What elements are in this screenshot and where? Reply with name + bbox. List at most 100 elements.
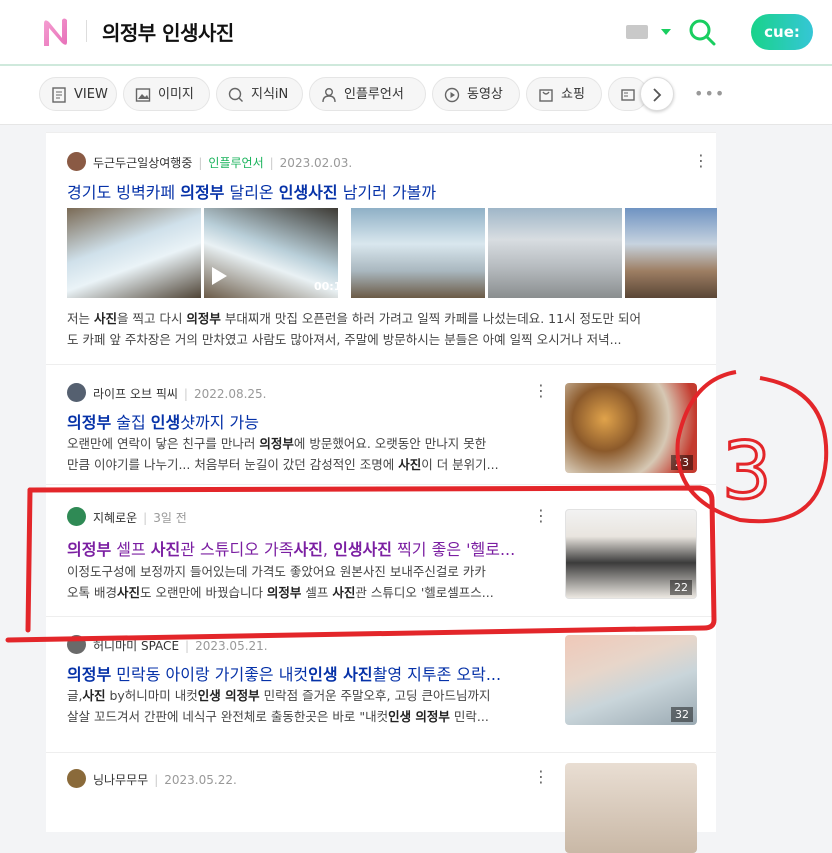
results-list: 두근두근일상여행중 | 인플루언서 | 2023.02.03. ⋮ 경기도 빙벽카페 의…: [46, 132, 717, 853]
thumbnail-strip: 00:18: [67, 208, 717, 298]
title-highlight: 의정부: [180, 183, 225, 202]
result-title[interactable]: 의정부 민락동 아이랑 가기좋은 내컷인생 사진촬영 지투존 오락...: [67, 661, 547, 685]
title-highlight: 인생사진: [278, 183, 338, 202]
tab-influencer[interactable]: 인플루언서: [309, 77, 426, 111]
tab-shopping[interactable]: 쇼핑: [526, 77, 602, 111]
tab-label: 인플루언서: [344, 87, 404, 102]
author-name[interactable]: 닝나무무무: [93, 773, 148, 787]
snippet-highlight: 의정부: [259, 436, 294, 451]
author-name[interactable]: 허니마미 SPACE: [93, 639, 179, 653]
more-options-icon[interactable]: ⋮: [533, 769, 549, 785]
video-thumbnail[interactable]: 00:18: [204, 208, 349, 298]
snippet-text: by허니마미 내컷: [105, 688, 198, 703]
snippet-line: 이정도구성에 보정까지 들어있는데 가격도 좋았어요 원본사진 보내주신걸로 카…: [67, 564, 486, 579]
search-query-input[interactable]: 의정부 인생사진: [102, 17, 234, 46]
result-item: 닝나무무무 | 2023.05.22. ⋮: [46, 752, 716, 853]
snippet-text: 저는: [67, 311, 94, 326]
cue-button[interactable]: cue:: [751, 14, 813, 50]
author-line: 라이프 오브 픽씨 | 2022.08.25.: [93, 387, 267, 401]
title-highlight: 사진: [293, 540, 323, 559]
title-highlight: 의정부: [67, 413, 112, 432]
thumbnail-image[interactable]: [351, 208, 485, 298]
title-text: 술집: [111, 413, 151, 432]
annotation-number: 3: [722, 427, 772, 517]
snippet-text: 셀프: [301, 585, 333, 600]
thumbnail-image[interactable]: 32: [565, 635, 697, 725]
title-highlight: 의정부: [67, 540, 112, 559]
keyboard-icon[interactable]: [626, 25, 648, 39]
chevron-down-icon[interactable]: [661, 29, 671, 35]
title-text: 경기도 빙벽카페: [67, 183, 181, 202]
more-icon[interactable]: •••: [694, 84, 725, 103]
tab-label: 이미지: [158, 87, 194, 102]
post-date: 2023.05.22.: [164, 773, 237, 787]
title-highlight: 의정부: [67, 665, 112, 684]
snippet-text: 부대찌개 맛집 오픈런을 하러 가려고 일찍 카페를 나섰는데요. 11시 정도…: [220, 311, 642, 326]
news-icon: [621, 89, 635, 101]
photo-count: 32: [671, 707, 693, 722]
avatar[interactable]: [67, 635, 86, 654]
search-tabs: VIEW 이미지 지식iN 인플루언서 동영상 쇼핑 •••: [0, 66, 832, 125]
more-options-icon[interactable]: ⋮: [533, 383, 549, 399]
result-snippet: 오랜만에 연락이 닿은 친구를 만나러 의정부에 방문했어요. 오랫동안 만나지…: [67, 433, 547, 477]
naver-logo[interactable]: [40, 16, 72, 48]
result-title[interactable]: 경기도 빙벽카페 의정부 달리온 인생사진 남기러 가볼까: [67, 179, 687, 203]
author-name[interactable]: 두근두근일상여행중: [93, 156, 192, 170]
tab-label: 동영상: [467, 87, 503, 102]
avatar[interactable]: [67, 152, 86, 171]
snippet-text: 도 오랜만에 바꿨습니다: [140, 585, 267, 600]
snippet-line: 오랜만에 연락이 닿은 친구를 만나러 의정부에 방문했어요. 오랫동안 만나지…: [67, 433, 547, 454]
author-name[interactable]: 라이프 오브 픽씨: [93, 387, 178, 401]
thumbnail-image[interactable]: 22: [565, 509, 697, 599]
snippet-line: 오톡 배경사진도 오랜만에 바꿨습니다 의정부 셀프 사진관 스튜디오 '헬로셀…: [67, 582, 547, 603]
avatar[interactable]: [67, 507, 86, 526]
title-text: 남기러 가볼까: [337, 183, 437, 202]
video-duration: 00:18: [314, 280, 350, 293]
tab-video[interactable]: 동영상: [432, 77, 520, 111]
photo-count: 22: [670, 580, 692, 595]
snippet-line: 살살 꼬드겨서 간판에 네식구 완전체로 출동한곳은 바로 "내컷인생 의정부 …: [67, 706, 547, 727]
author-line: 지혜로운 | 3일 전: [93, 511, 187, 525]
search-icon[interactable]: [688, 18, 716, 46]
snippet-text: 오톡 배경: [67, 585, 117, 600]
author-name[interactable]: 지혜로운: [93, 511, 137, 525]
tab-view[interactable]: VIEW: [39, 77, 117, 111]
title-text: 관 스튜디오 가족: [180, 540, 294, 559]
chevron-right-icon: [653, 88, 662, 102]
avatar[interactable]: [67, 383, 86, 402]
tab-label: 지식iN: [251, 87, 289, 102]
play-icon: [444, 87, 460, 103]
avatar[interactable]: [67, 769, 86, 788]
thumbnail-image[interactable]: [565, 763, 697, 853]
author-line: 두근두근일상여행중 | 인플루언서 | 2023.02.03.: [93, 156, 353, 170]
result-item: 두근두근일상여행중 | 인플루언서 | 2023.02.03. ⋮ 경기도 빙벽카페 의…: [46, 132, 717, 365]
tab-image[interactable]: 이미지: [123, 77, 210, 111]
tab-kin[interactable]: 지식iN: [216, 77, 303, 111]
result-snippet: 글,사진 by허니마미 내컷인생 의정부 민락점 즐거운 주말오후, 고딩 큰아…: [67, 685, 547, 729]
title-text: 달리온: [224, 183, 279, 202]
photo-count: 23: [671, 455, 693, 470]
snippet-highlight: 사진: [93, 311, 117, 326]
title-text: 셀프: [111, 540, 151, 559]
thumbnail-image[interactable]: [67, 208, 201, 298]
more-options-icon[interactable]: ⋮: [693, 153, 709, 169]
result-item: 허니마미 SPACE | 2023.05.21. 의정부 민락동 아이랑 가기좋은 …: [46, 616, 716, 753]
thumbnail-image[interactable]: 23: [565, 383, 697, 473]
thumbnail-image[interactable]: [488, 208, 622, 298]
snippet-text: 관 스튜디오 '헬로셀프스...: [355, 585, 494, 600]
snippet-highlight: 의정부: [266, 585, 302, 600]
tabs-next-button[interactable]: [640, 77, 674, 111]
title-text: 샷까지 가능: [180, 413, 259, 432]
tab-label: 쇼핑: [561, 87, 585, 102]
snippet-highlight: 의정부: [186, 311, 221, 326]
snippet-highlight: 인생 의정부: [197, 688, 260, 703]
snippet-line: 글,사진 by허니마미 내컷인생 의정부 민락점 즐거운 주말오후, 고딩 큰아…: [67, 685, 547, 706]
result-title[interactable]: 의정부 셀프 사진관 스튜디오 가족사진, 인생사진 찍기 좋은 '헬로...: [67, 536, 547, 560]
result-title[interactable]: 의정부 술집 인생샷까지 가능: [67, 409, 547, 433]
thumbnail-image[interactable]: [625, 208, 717, 298]
snippet-highlight: 사진: [82, 688, 106, 703]
post-date: 2022.08.25.: [193, 387, 267, 401]
snippet-text: 만큼 이야기를 나누기... 처음부터 눈길이 갔던 감성적인 조명에: [67, 457, 399, 472]
more-options-icon[interactable]: ⋮: [533, 508, 549, 524]
title-text: 촬영 지투존 오락...: [372, 665, 502, 684]
